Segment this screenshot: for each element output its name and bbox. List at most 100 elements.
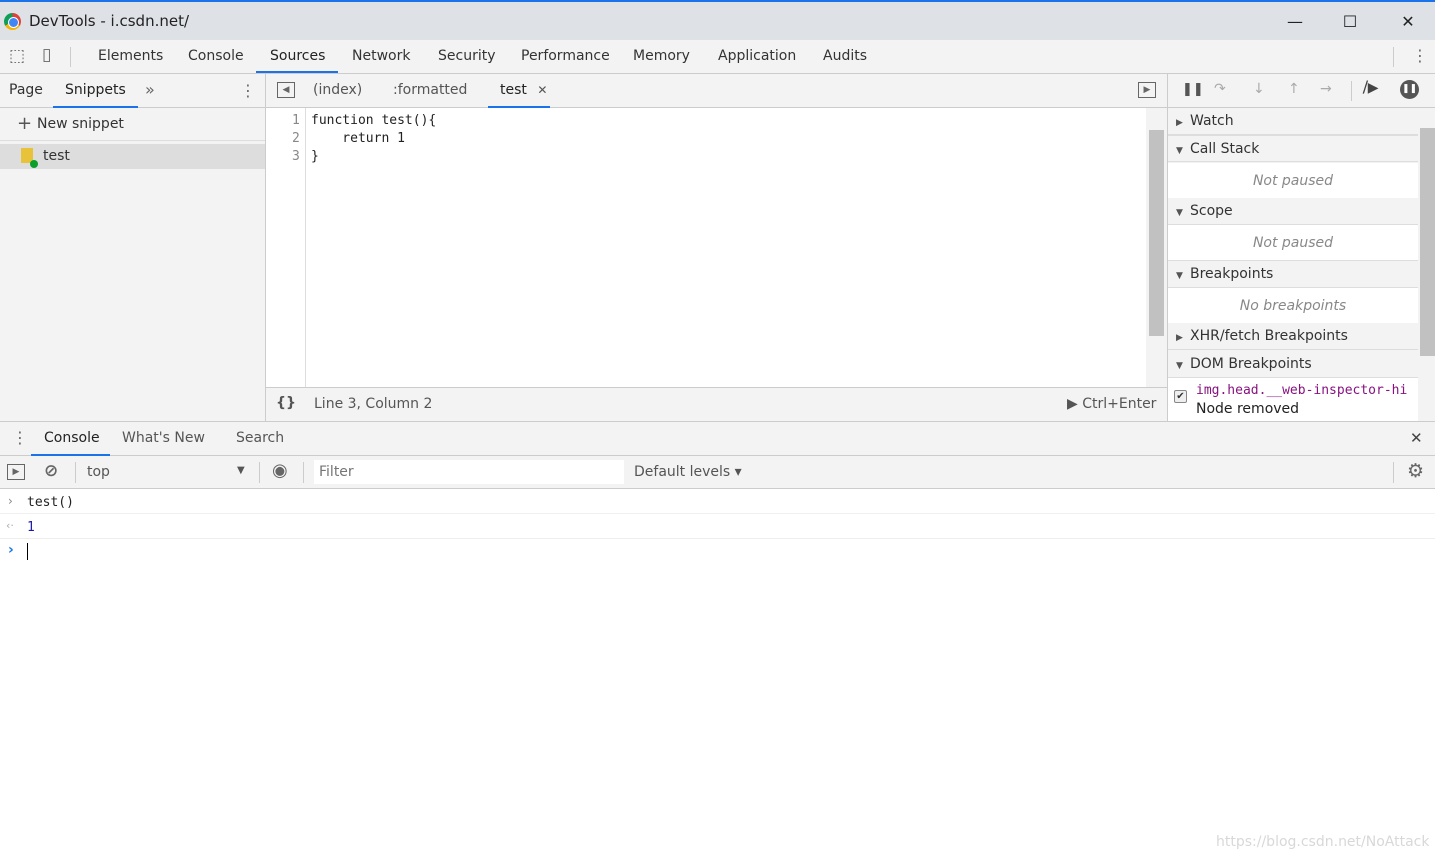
- dom-breakpoint-item: ✔ img.head.__web-inspector-hi Node remov…: [1168, 378, 1418, 421]
- more-options-icon[interactable]: ⋮: [1412, 46, 1428, 65]
- console-sidebar-icon[interactable]: ▶: [7, 464, 25, 480]
- tab-performance[interactable]: Performance: [507, 40, 624, 73]
- editor-status-bar: {} Line 3, Column 2 ▶ Ctrl+Enter: [266, 387, 1167, 421]
- chevron-down-icon: ▼: [237, 465, 245, 476]
- step-icon[interactable]: →: [1320, 81, 1332, 97]
- navigator-panel: Page Snippets » ⋮ + New snippet test: [0, 74, 266, 421]
- drawer-tabbar: ⋮ Console What's New Search ✕: [0, 421, 1435, 456]
- console-result: 1: [27, 520, 35, 535]
- navigator-menu-icon[interactable]: ⋮: [240, 81, 256, 100]
- title-bar: DevTools - i.csdn.net/ — ☐ ✕: [0, 0, 1435, 40]
- console-toolbar: ▶ ⊘ top ▼ ◉ Default levels ▾ ⚙: [0, 456, 1435, 489]
- line-number: 2: [292, 131, 300, 146]
- close-window-button[interactable]: ✕: [1388, 8, 1428, 36]
- plus-icon: +: [17, 113, 33, 134]
- maximize-button[interactable]: ☐: [1330, 8, 1370, 36]
- drawer-tab-search[interactable]: Search: [236, 430, 284, 446]
- scope-status: Not paused: [1168, 225, 1418, 261]
- code-line: return 1: [311, 131, 405, 146]
- deactivate-breakpoints-icon[interactable]: ⧸▶: [1363, 80, 1379, 96]
- more-tabs-icon[interactable]: »: [145, 80, 155, 99]
- eye-icon[interactable]: ◉: [272, 460, 288, 481]
- code-area[interactable]: 1 function test(){ 2 return 1 3}: [266, 113, 1167, 167]
- section-scope[interactable]: ▼ Scope: [1168, 198, 1418, 225]
- device-toolbar-icon[interactable]: ▯: [42, 45, 51, 65]
- snippet-label: test: [43, 148, 70, 164]
- close-drawer-icon[interactable]: ✕: [1410, 429, 1423, 447]
- tab-audits[interactable]: Audits: [809, 40, 881, 73]
- drawer-menu-icon[interactable]: ⋮: [12, 428, 28, 447]
- editor-tab-formatted[interactable]: :formatted: [393, 82, 467, 98]
- code-line: }: [311, 149, 319, 164]
- watermark: https://blog.csdn.net/NoAttack: [1216, 834, 1430, 850]
- code-line: function test(){: [311, 113, 437, 128]
- clear-console-icon[interactable]: ⊘: [44, 461, 58, 481]
- context-value: top: [87, 464, 110, 480]
- new-snippet-label: New snippet: [37, 116, 124, 132]
- line-number: 3: [292, 149, 300, 164]
- tab-console[interactable]: Console: [174, 40, 258, 73]
- tab-security[interactable]: Security: [424, 40, 510, 73]
- section-call-stack[interactable]: ▼ Call Stack: [1168, 135, 1418, 162]
- input-prompt-icon: ›: [8, 494, 13, 508]
- divider: [1393, 47, 1394, 67]
- prompt-icon: ›: [8, 542, 14, 558]
- debugger-sidebar: ❚❚ ↷ ↓ ↑ → ⧸▶ ❚❚ ▶ Watch ▼ Call Stack Not …: [1167, 74, 1435, 421]
- tab-application[interactable]: Application: [704, 40, 810, 73]
- tab-elements[interactable]: Elements: [84, 40, 177, 73]
- log-levels-dropdown[interactable]: Default levels ▾: [634, 464, 742, 480]
- breakpoint-checkbox[interactable]: ✔: [1174, 390, 1187, 403]
- console-entry: ‹· 1: [0, 514, 1435, 539]
- call-stack-status: Not paused: [1168, 163, 1418, 199]
- section-dom-breakpoints[interactable]: ▼ DOM Breakpoints: [1168, 351, 1418, 378]
- console-entry: › test(): [0, 489, 1435, 514]
- breakpoints-status: No breakpoints: [1168, 288, 1418, 324]
- snippet-item-test[interactable]: test: [0, 144, 265, 169]
- tab-page[interactable]: Page: [9, 82, 43, 98]
- section-watch[interactable]: ▶ Watch: [1168, 108, 1418, 135]
- scrollbar-thumb[interactable]: [1420, 128, 1435, 356]
- step-into-icon[interactable]: ↓: [1253, 81, 1265, 97]
- tab-memory[interactable]: Memory: [619, 40, 704, 73]
- editor-panel: ◀ (index) :formatted test ✕ ▶ 1 function …: [266, 74, 1167, 421]
- tab-snippets[interactable]: Snippets: [53, 74, 138, 108]
- step-over-icon[interactable]: ↷: [1214, 81, 1226, 97]
- result-prompt-icon: ‹·: [6, 519, 14, 532]
- main-toolbar: ⬚ ▯ Elements Console Sources Network Sec…: [0, 40, 1435, 74]
- section-breakpoints[interactable]: ▼ Breakpoints: [1168, 261, 1418, 288]
- console-filter-input[interactable]: [314, 460, 624, 484]
- context-select[interactable]: top ▼: [80, 456, 252, 488]
- breakpoint-selector: img.head.__web-inspector-hi: [1196, 383, 1408, 398]
- step-out-icon[interactable]: ↑: [1288, 81, 1300, 97]
- sidebar-scrollbar[interactable]: [1418, 108, 1435, 421]
- tab-sources[interactable]: Sources: [256, 40, 338, 73]
- divider: [70, 47, 71, 67]
- chrome-logo-icon: [4, 13, 21, 30]
- editor-tab-index[interactable]: (index): [313, 82, 362, 98]
- pretty-print-button[interactable]: {}: [276, 395, 296, 411]
- pause-icon[interactable]: ❚❚: [1182, 82, 1204, 97]
- console-settings-icon[interactable]: ⚙: [1407, 460, 1424, 482]
- toggle-navigator-icon[interactable]: ◀: [277, 82, 295, 98]
- minimize-button[interactable]: —: [1275, 8, 1315, 36]
- inspect-element-icon[interactable]: ⬚: [9, 46, 25, 66]
- editor-tab-test[interactable]: test ✕: [488, 74, 550, 108]
- new-snippet-button[interactable]: + New snippet: [0, 108, 265, 141]
- editor-scrollbar[interactable]: [1146, 108, 1167, 387]
- pause-on-exceptions-icon[interactable]: ❚❚: [1400, 80, 1419, 99]
- section-xhr-breakpoints[interactable]: ▶ XHR/fetch Breakpoints: [1168, 323, 1418, 350]
- toggle-debugger-icon[interactable]: ▶: [1138, 82, 1156, 98]
- console-command: test(): [27, 495, 74, 510]
- sidebar-sections: ▶ Watch ▼ Call Stack Not paused ▼ Scope Not…: [1168, 108, 1418, 421]
- scrollbar-thumb[interactable]: [1149, 130, 1164, 336]
- tab-network[interactable]: Network: [338, 40, 424, 73]
- tab-label: test: [500, 82, 527, 98]
- drawer-tab-whats-new[interactable]: What's New: [122, 430, 205, 446]
- drawer-tab-console[interactable]: Console: [31, 422, 110, 456]
- debugger-toolbar: ❚❚ ↷ ↓ ↑ → ⧸▶ ❚❚: [1168, 74, 1435, 108]
- run-snippet-button[interactable]: ▶ Ctrl+Enter: [1067, 396, 1156, 412]
- close-tab-icon[interactable]: ✕: [537, 83, 547, 97]
- text-cursor: [27, 543, 28, 560]
- console-output: › test() ‹· 1 › https://blog.csdn.net/No…: [0, 489, 1435, 862]
- console-prompt[interactable]: ›: [0, 539, 1435, 564]
